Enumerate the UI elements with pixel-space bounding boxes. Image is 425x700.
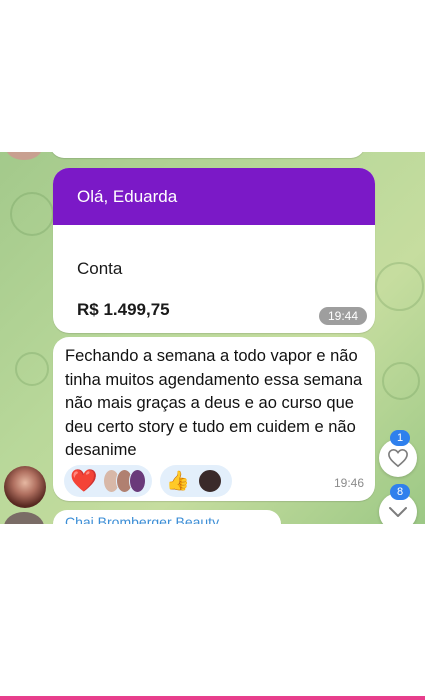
heart-outline-icon <box>388 448 408 468</box>
avatar[interactable] <box>4 512 44 524</box>
wallpaper-doodle <box>382 362 420 400</box>
message-timestamp: 19:46 <box>333 476 364 490</box>
reactions-count-badge: 1 <box>390 430 410 446</box>
chat-area: Olá, Eduarda Conta R$ 1.499,75 19:44 Fec… <box>0 152 425 524</box>
card-amount: R$ 1.499,75 <box>77 300 170 319</box>
bottom-white-area <box>0 524 425 700</box>
previous-message-bubble[interactable] <box>50 152 365 158</box>
payment-card-bubble[interactable]: Olá, Eduarda Conta R$ 1.499,75 19:44 <box>53 168 375 333</box>
wallpaper-doodle <box>10 192 54 236</box>
reactor-avatar <box>197 469 222 493</box>
sender-name: Chai Bromberger Beauty <box>65 514 220 524</box>
card-label: Conta <box>77 259 123 278</box>
unread-count-badge: 8 <box>390 484 410 500</box>
thumbs-up-icon: 👍 <box>166 470 190 492</box>
wallpaper-doodle <box>375 262 424 311</box>
reaction-heart[interactable]: ❤️ <box>64 465 152 497</box>
chevron-down-icon <box>389 507 407 517</box>
reaction-thumbs-up[interactable]: 👍 <box>160 465 232 497</box>
card-timestamp: 19:44 <box>318 307 367 325</box>
next-message-bubble[interactable]: Chai Bromberger Beauty <box>53 510 281 524</box>
bottom-accent-strip <box>0 696 425 700</box>
avatar[interactable] <box>6 152 42 160</box>
wallpaper-doodle <box>15 352 49 386</box>
sender-avatar[interactable] <box>4 466 46 508</box>
top-white-area <box>0 0 425 152</box>
card-greeting: Olá, Eduarda <box>77 186 178 206</box>
message-text: Fechando a semana a todo vapor e não tin… <box>65 347 363 459</box>
card-header: Olá, Eduarda <box>53 168 375 225</box>
red-heart-icon: ❤️ <box>70 468 98 493</box>
reactor-avatar <box>129 469 146 493</box>
